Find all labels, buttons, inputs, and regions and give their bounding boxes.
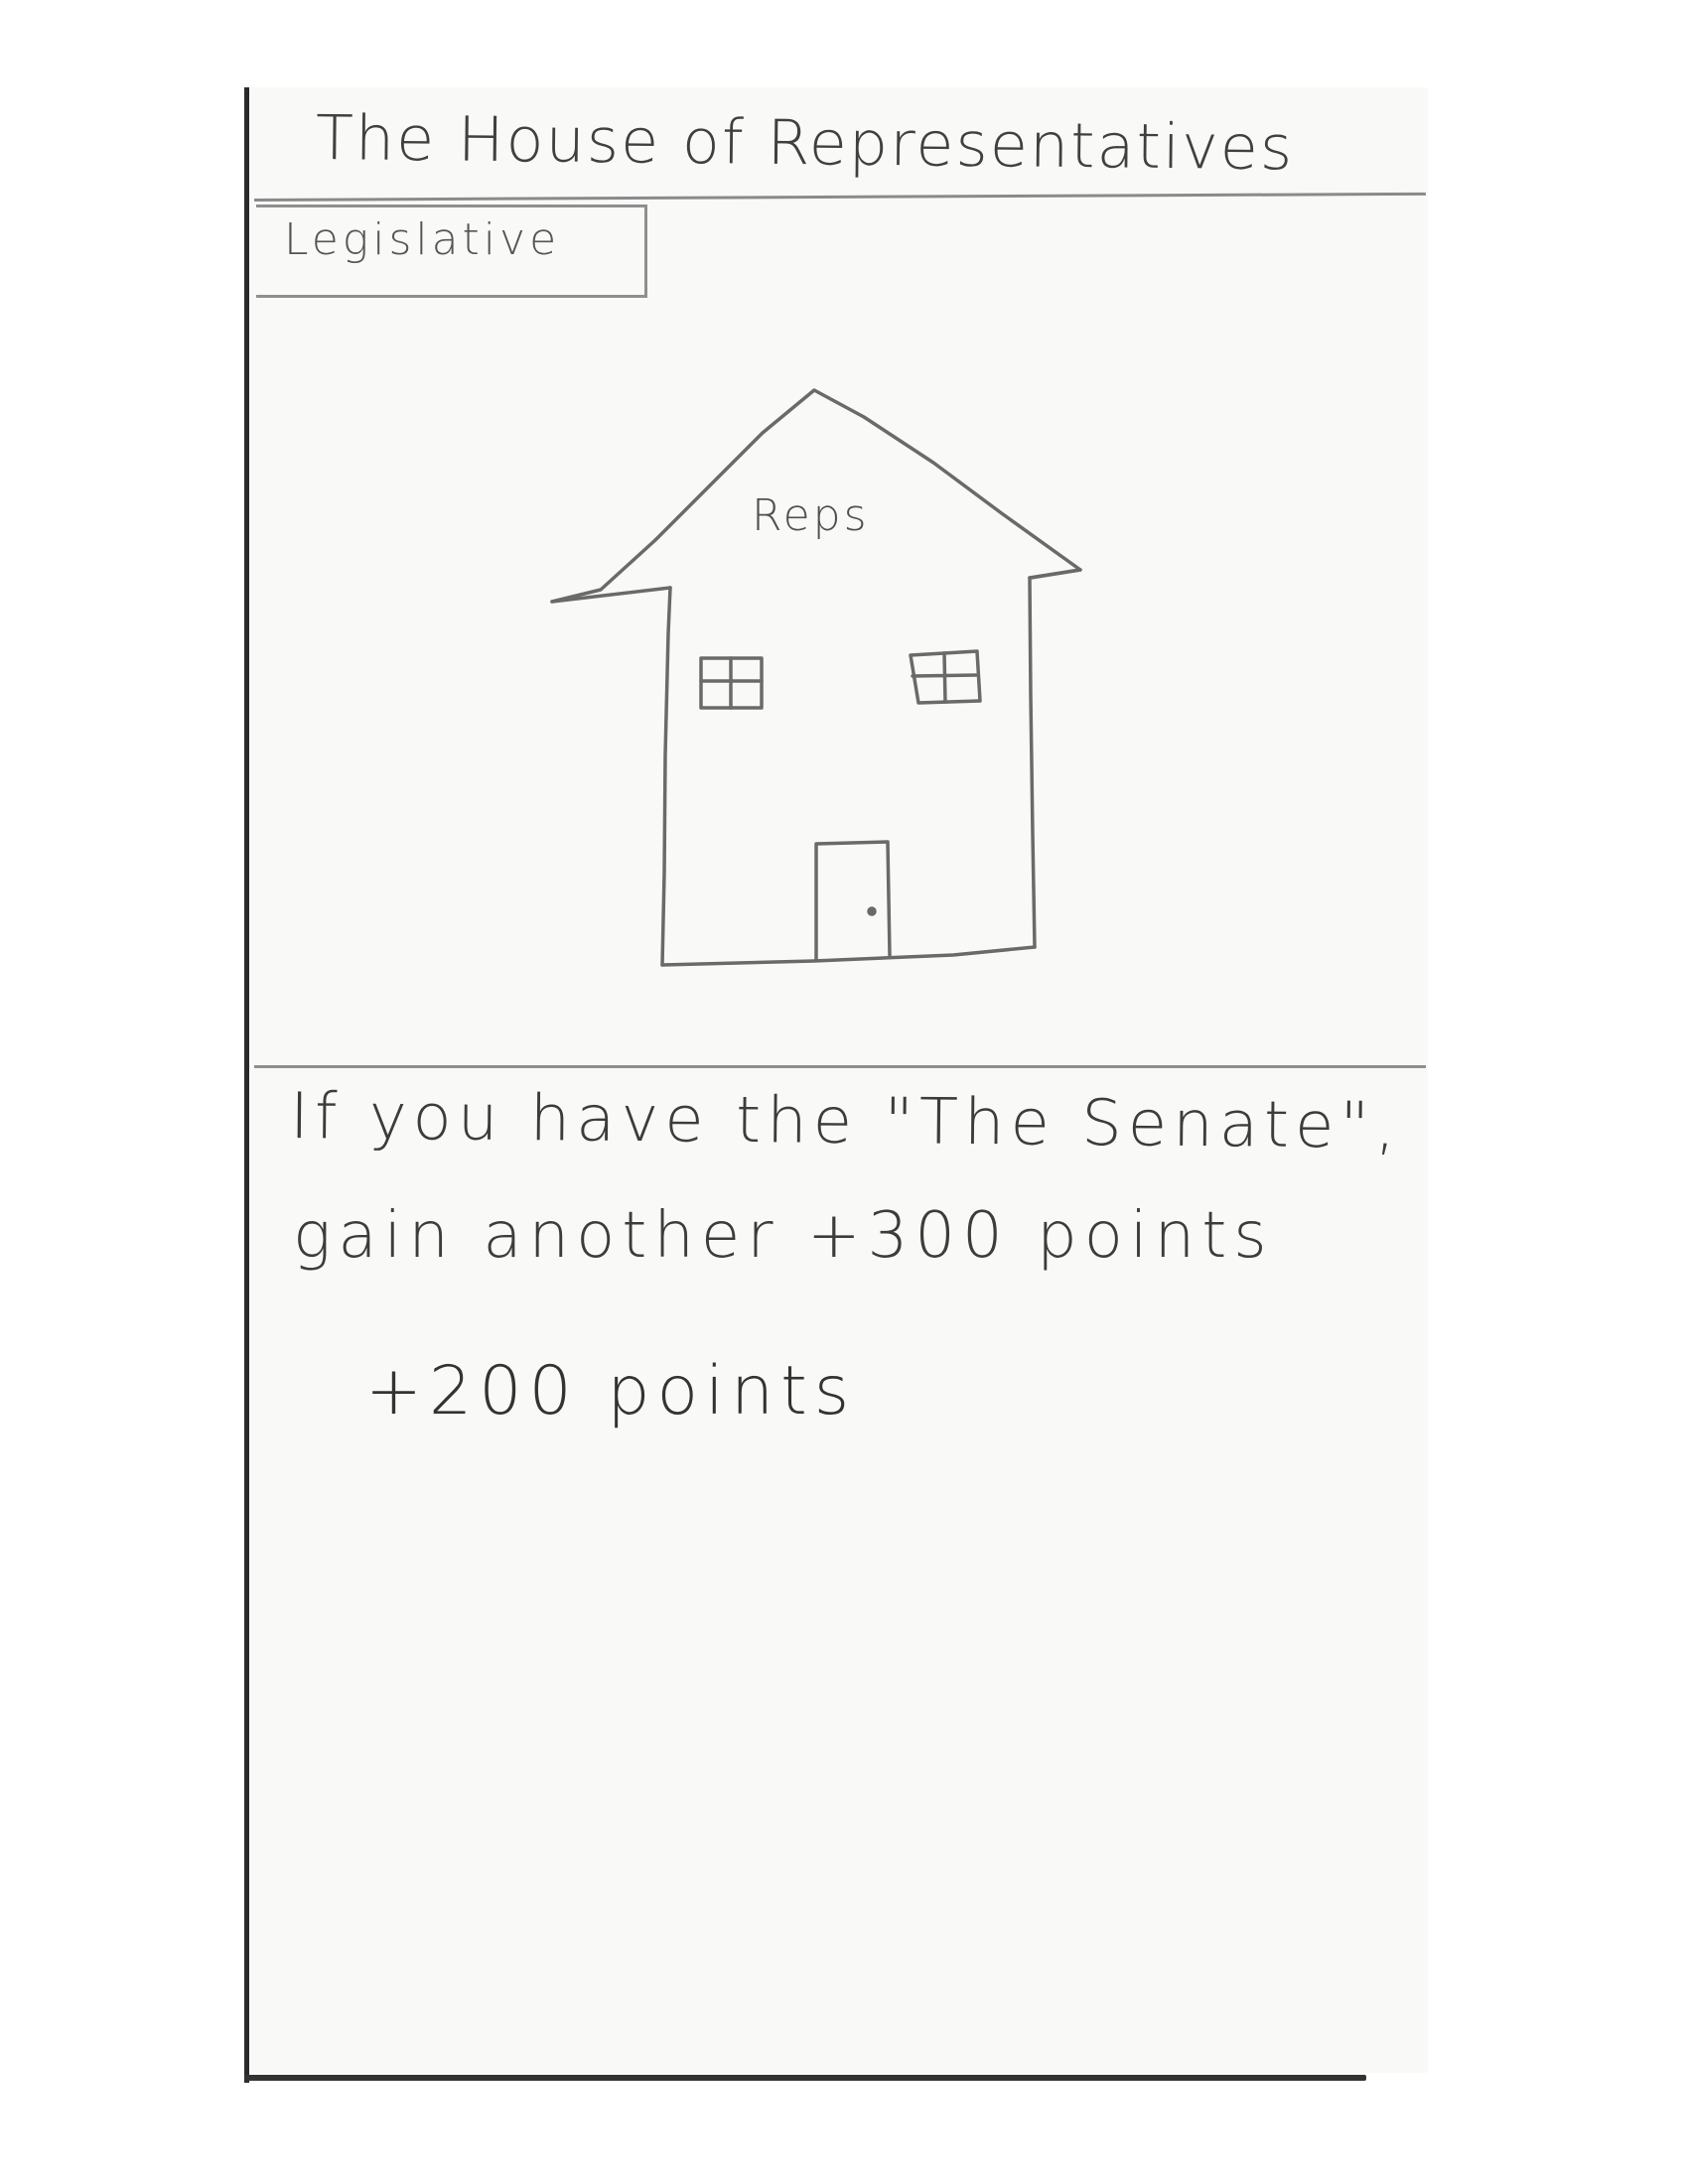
house-floor [660, 945, 1037, 967]
section-divider [254, 1065, 1426, 1068]
house-right-wall [1028, 576, 1037, 949]
house-label: Reps [752, 490, 870, 541]
points-value: +200 points [365, 1352, 857, 1431]
house-right-eave [1028, 568, 1082, 580]
house-door [814, 840, 892, 961]
house-left-wall [660, 586, 672, 967]
rule-text-line-1: If you have the "The Senate", [289, 1080, 1402, 1163]
house-left-eave [550, 586, 672, 604]
house-door-knob [867, 906, 877, 916]
rule-text-line-2: gain another +300 points [293, 1199, 1274, 1273]
